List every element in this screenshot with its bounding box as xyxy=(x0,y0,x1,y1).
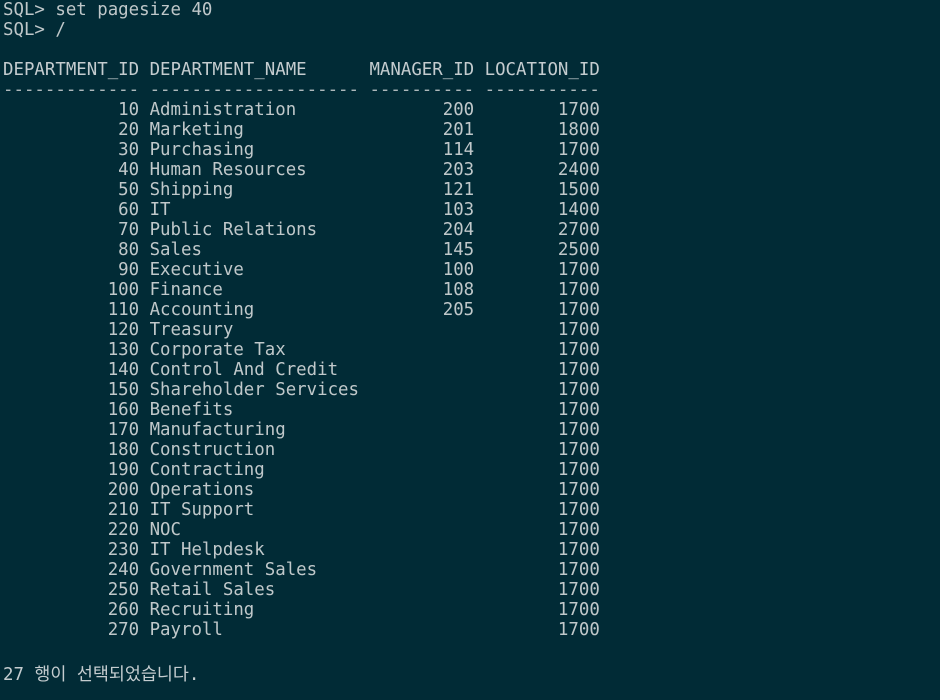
table-row: 130 Corporate Tax 1700 xyxy=(3,340,600,360)
table-row: 110 Accounting 205 1700 xyxy=(3,300,600,320)
table-row: 50 Shipping 121 1500 xyxy=(3,180,600,200)
table-row: 30 Purchasing 114 1700 xyxy=(3,140,600,160)
table-row: 70 Public Relations 204 2700 xyxy=(3,220,600,240)
result-header: DEPARTMENT_ID DEPARTMENT_NAME MANAGER_ID… xyxy=(3,60,600,80)
table-row: 10 Administration 200 1700 xyxy=(3,100,600,120)
table-row: 90 Executive 100 1700 xyxy=(3,260,600,280)
table-row: 240 Government Sales 1700 xyxy=(3,560,600,580)
table-row: 260 Recruiting 1700 xyxy=(3,600,600,620)
command-line: SQL> set pagesize 40 xyxy=(3,0,213,20)
terminal-window[interactable]: SQL> set pagesize 40 SQL> / DEPARTMENT_I… xyxy=(0,0,940,700)
command-line: SQL> / xyxy=(3,20,66,40)
table-row: 230 IT Helpdesk 1700 xyxy=(3,540,600,560)
table-row: 250 Retail Sales 1700 xyxy=(3,580,600,600)
table-row: 40 Human Resources 203 2400 xyxy=(3,160,600,180)
table-row: 270 Payroll 1700 xyxy=(3,620,600,640)
table-row: 160 Benefits 1700 xyxy=(3,400,600,420)
table-row: 190 Contracting 1700 xyxy=(3,460,600,480)
table-row: 180 Construction 1700 xyxy=(3,440,600,460)
result-separator: ------------- -------------------- -----… xyxy=(3,80,600,100)
table-row: 170 Manufacturing 1700 xyxy=(3,420,600,440)
table-row: 20 Marketing 201 1800 xyxy=(3,120,600,140)
table-row: 150 Shareholder Services 1700 xyxy=(3,380,600,400)
table-row: 120 Treasury 1700 xyxy=(3,320,600,340)
rows-selected-message: 27 행이 선택되었습니다. xyxy=(3,665,200,685)
table-row: 220 NOC 1700 xyxy=(3,520,600,540)
table-row: 140 Control And Credit 1700 xyxy=(3,360,600,380)
table-row: 80 Sales 145 2500 xyxy=(3,240,600,260)
table-row: 100 Finance 108 1700 xyxy=(3,280,600,300)
table-row: 210 IT Support 1700 xyxy=(3,500,600,520)
table-row: 60 IT 103 1400 xyxy=(3,200,600,220)
table-row: 200 Operations 1700 xyxy=(3,480,600,500)
